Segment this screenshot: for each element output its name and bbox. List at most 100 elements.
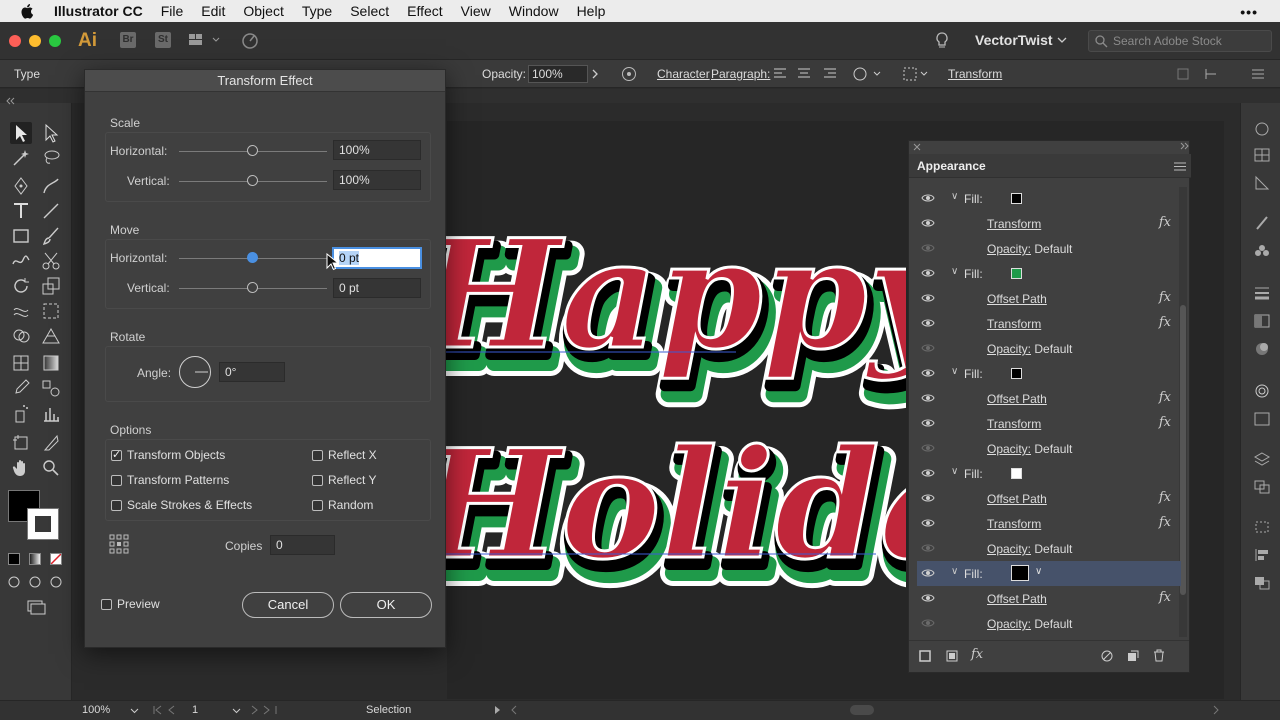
- fill-swatch[interactable]: [1011, 268, 1022, 279]
- chevron-down-icon[interactable]: [1057, 36, 1067, 44]
- opacity-attribute[interactable]: Opacity: Default: [987, 342, 1072, 356]
- transform-objects-checkbox[interactable]: [111, 448, 122, 461]
- fx-icon[interactable]: fx: [1159, 315, 1171, 330]
- blend-tool-icon[interactable]: [40, 377, 62, 399]
- menu-help[interactable]: Help: [577, 3, 606, 19]
- appearance-row-fill[interactable]: ∨ Fill:: [917, 186, 1181, 211]
- visibility-eye-icon[interactable]: [921, 443, 935, 453]
- paintbrush-tool-icon[interactable]: [40, 225, 62, 247]
- fx-icon[interactable]: fx: [1159, 490, 1171, 505]
- stroke-color-swatch[interactable]: [27, 508, 59, 540]
- opacity-link[interactable]: Opacity:: [987, 242, 1031, 256]
- opacity-link[interactable]: Opacity:: [987, 542, 1031, 556]
- fx-icon[interactable]: fx: [1159, 290, 1171, 305]
- expand-chevron-icon[interactable]: ∨: [951, 266, 958, 277]
- scroll-right-icon[interactable]: [1212, 705, 1220, 715]
- opacity-attribute[interactable]: Opacity: Default: [987, 542, 1072, 556]
- move-horizontal-knob[interactable]: [247, 252, 258, 263]
- clear-appearance-icon[interactable]: [1101, 650, 1113, 662]
- color-mode-icon[interactable]: [8, 553, 20, 565]
- arrange-documents-icon[interactable]: [188, 32, 222, 48]
- appearance-row-fill[interactable]: ∨ Fill:: [917, 361, 1181, 386]
- app-menu[interactable]: Illustrator CC: [54, 3, 143, 19]
- appearance-row-opacity[interactable]: Opacity: Default: [917, 236, 1181, 261]
- appearance-row-effect[interactable]: Transform fx: [917, 311, 1181, 336]
- align-to-icon[interactable]: [902, 66, 930, 82]
- shape-builder-icon[interactable]: [10, 325, 32, 347]
- visibility-eye-icon[interactable]: [921, 493, 935, 503]
- opacity-input[interactable]: 100%: [528, 65, 588, 83]
- stroke-icon[interactable]: [1253, 285, 1271, 301]
- rotate-tool-icon[interactable]: [10, 275, 32, 297]
- transform-link[interactable]: Transform: [948, 67, 1002, 81]
- color-guide-icon[interactable]: [1253, 175, 1271, 191]
- hand-tool-icon[interactable]: [10, 457, 32, 479]
- scale-horizontal-knob[interactable]: [247, 145, 258, 156]
- close-window-icon[interactable]: [9, 35, 21, 47]
- visibility-eye-icon[interactable]: [921, 268, 935, 278]
- fill-swatch[interactable]: [1011, 565, 1029, 581]
- visibility-eye-icon[interactable]: [921, 293, 935, 303]
- visibility-eye-icon[interactable]: [921, 518, 935, 528]
- warp-tool-icon[interactable]: [10, 300, 32, 322]
- expand-chevron-icon[interactable]: ∨: [951, 366, 958, 377]
- character-link[interactable]: Character: [657, 67, 710, 81]
- none-mode-icon[interactable]: [50, 553, 62, 565]
- visibility-eye-icon[interactable]: [921, 218, 935, 228]
- eyedropper-icon[interactable]: [10, 377, 32, 399]
- reflect-x-label[interactable]: Reflect X: [328, 448, 377, 462]
- rectangle-tool-icon[interactable]: [10, 225, 32, 247]
- appearance-row-fill[interactable]: ∨ Fill:: [917, 261, 1181, 286]
- visibility-eye-icon[interactable]: [921, 543, 935, 553]
- expand-chevron-icon[interactable]: ∨: [951, 466, 958, 477]
- collapse-panel-icon[interactable]: [1179, 142, 1189, 150]
- reflect-y-label[interactable]: Reflect Y: [328, 473, 376, 487]
- zoom-tool-icon[interactable]: [40, 457, 62, 479]
- perspective-grid-icon[interactable]: [40, 325, 62, 347]
- graphic-styles-icon[interactable]: [1253, 411, 1271, 427]
- gpu-performance-icon[interactable]: [240, 30, 260, 50]
- artboard-tool-icon[interactable]: [10, 432, 32, 454]
- fill-swatch[interactable]: [1011, 468, 1022, 479]
- menu-window[interactable]: Window: [509, 3, 559, 19]
- reflect-x-checkbox[interactable]: [312, 450, 323, 461]
- draw-mode-icons[interactable]: [8, 575, 64, 589]
- random-label[interactable]: Random: [328, 498, 373, 512]
- minimize-window-icon[interactable]: [29, 35, 41, 47]
- artboard-next-icons[interactable]: [250, 705, 280, 715]
- visibility-eye-icon[interactable]: [921, 193, 935, 203]
- paragraph-link[interactable]: Paragraph:: [711, 67, 770, 81]
- opacity-attribute[interactable]: Opacity: Default: [987, 242, 1072, 256]
- visibility-eye-icon[interactable]: [921, 618, 935, 628]
- appearance-row-effect[interactable]: Offset Path fx: [917, 586, 1181, 611]
- effect-name-link[interactable]: Transform: [987, 217, 1041, 231]
- slice-tool-icon[interactable]: [40, 432, 62, 454]
- bridge-icon[interactable]: Br: [120, 32, 136, 48]
- ok-button[interactable]: OK: [340, 592, 432, 618]
- menu-select[interactable]: Select: [350, 3, 389, 19]
- visibility-eye-icon[interactable]: [921, 393, 935, 403]
- fill-label[interactable]: Fill:: [964, 367, 983, 381]
- chevron-right-icon[interactable]: [591, 69, 599, 79]
- fill-label[interactable]: Fill:: [964, 567, 983, 581]
- layers-icon[interactable]: [1253, 451, 1271, 467]
- swatch-dropdown-icon[interactable]: ∨: [1035, 566, 1042, 577]
- stock-icon[interactable]: St: [155, 32, 171, 48]
- recolor-artwork-icon[interactable]: [621, 66, 637, 82]
- libraries-icon[interactable]: [1253, 147, 1271, 163]
- transform-panel-icon[interactable]: [1253, 519, 1271, 535]
- visibility-eye-icon[interactable]: [921, 593, 935, 603]
- appearance-row-effect[interactable]: Transform fx: [917, 511, 1181, 536]
- reflect-y-checkbox[interactable]: [312, 475, 323, 486]
- fx-icon[interactable]: fx: [1159, 215, 1171, 230]
- transform-objects-label[interactable]: Transform Objects: [127, 448, 225, 462]
- appearance-row-opacity[interactable]: Opacity: Default: [917, 611, 1181, 636]
- opacity-attribute[interactable]: Opacity: Default: [987, 442, 1072, 456]
- expand-chevron-icon[interactable]: ∨: [951, 191, 958, 202]
- effect-name-link[interactable]: Offset Path: [987, 292, 1047, 306]
- expand-chevron-icon[interactable]: ∨: [951, 566, 958, 577]
- duplicate-item-icon[interactable]: [1127, 650, 1139, 662]
- effect-name-link[interactable]: Transform: [987, 317, 1041, 331]
- artwork-preview[interactable]: Happy Happy Happy Happy Holidays Holiday…: [446, 215, 906, 625]
- align-panel-icon[interactable]: [1253, 547, 1271, 563]
